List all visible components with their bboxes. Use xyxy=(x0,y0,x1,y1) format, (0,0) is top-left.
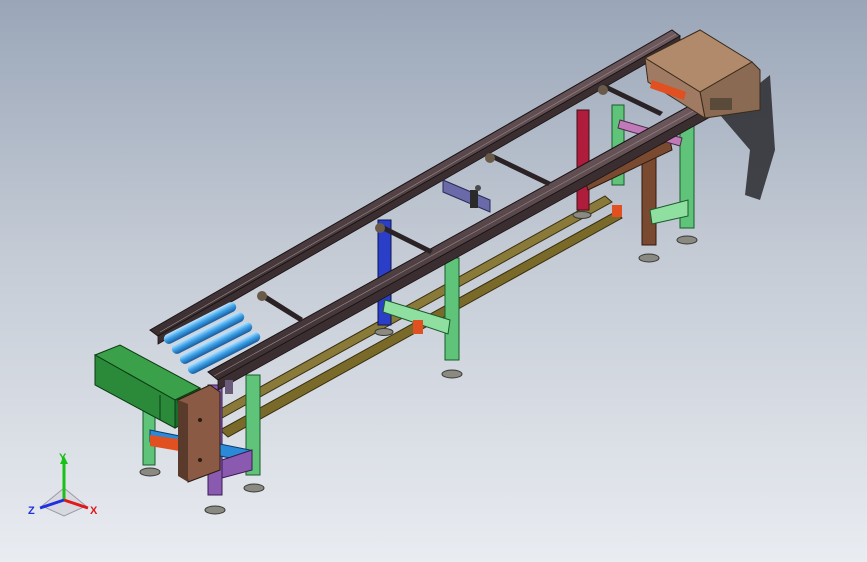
conveyor-model[interactable] xyxy=(0,0,867,562)
orientation-triad[interactable]: Y X Z xyxy=(22,450,112,522)
y-axis-label: Y xyxy=(59,452,67,464)
z-axis-label: Z xyxy=(28,505,35,517)
x-axis-label: X xyxy=(90,505,98,517)
3d-viewport[interactable]: Y X Z xyxy=(0,0,867,562)
sensor-bracket xyxy=(442,179,491,213)
